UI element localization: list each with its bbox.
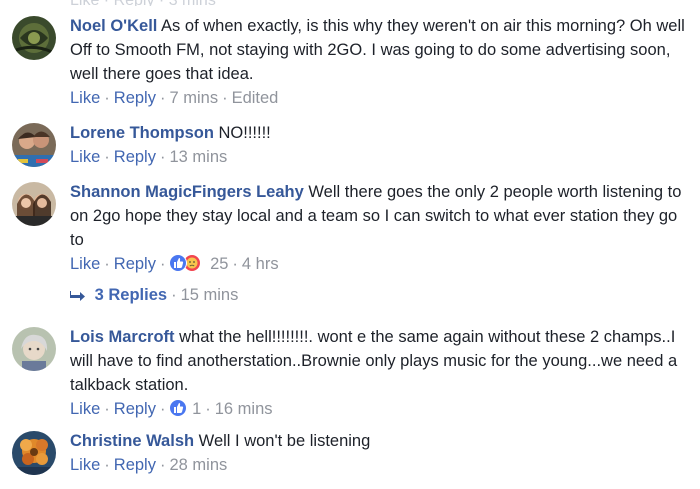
reaction-count[interactable]: 25 bbox=[210, 255, 228, 273]
women-photo-avatar-icon[interactable] bbox=[12, 182, 56, 226]
comment-message: NO!!!!!! bbox=[218, 124, 271, 142]
commenter-name[interactable]: Christine Walsh bbox=[70, 432, 194, 450]
reply-arrow-icon bbox=[70, 286, 90, 305]
like-link[interactable]: Like bbox=[70, 89, 100, 107]
reactions-badge[interactable] bbox=[169, 398, 188, 418]
comment-actions: Like · Reply · 25 · 4 hrs bbox=[70, 253, 279, 273]
commenter-name[interactable]: Lois Marcroft bbox=[70, 328, 175, 346]
reply-link[interactable]: Reply bbox=[114, 89, 156, 107]
commenter-name[interactable]: Lorene Thompson bbox=[70, 124, 214, 142]
like-link[interactable]: Like bbox=[70, 255, 100, 273]
comment-actions: Like · Reply · 28 mins bbox=[70, 456, 228, 474]
like-reaction-icon bbox=[169, 399, 188, 417]
previous-comment-cutoff: Like · Reply · 3 mins bbox=[70, 0, 216, 6]
comment-actions: Like · Reply · 1 · 16 mins bbox=[70, 398, 273, 418]
grey-hair-avatar-icon[interactable] bbox=[12, 327, 56, 371]
view-replies[interactable]: 3 Replies · 15 mins bbox=[70, 286, 238, 305]
comment-text: Christine Walsh Well I won't be listenin… bbox=[70, 429, 686, 453]
comment-actions: Like · Reply · 13 mins bbox=[70, 148, 228, 166]
timestamp[interactable]: 4 hrs bbox=[242, 255, 279, 273]
timestamp[interactable]: 7 mins bbox=[169, 89, 218, 107]
dark-swirl-avatar-icon[interactable] bbox=[12, 16, 56, 60]
comment-actions: Like · Reply · 7 mins · Edited bbox=[70, 89, 279, 107]
reactions-badge[interactable] bbox=[169, 253, 205, 273]
like-link[interactable]: Like bbox=[70, 148, 100, 166]
timestamp[interactable]: 16 mins bbox=[215, 400, 273, 418]
like-link[interactable]: Like bbox=[70, 400, 100, 418]
reply-link[interactable]: Reply bbox=[114, 255, 156, 273]
timestamp[interactable]: 28 mins bbox=[169, 456, 227, 474]
edited-label[interactable]: Edited bbox=[232, 89, 279, 107]
comment-message: Well I won't be listening bbox=[198, 432, 371, 450]
comment-text: Lorene Thompson NO!!!!!! bbox=[70, 121, 686, 145]
flower-photo-avatar-icon[interactable] bbox=[12, 431, 56, 475]
replies-count-link[interactable]: 3 Replies bbox=[95, 286, 167, 304]
comment-text: Shannon MagicFingers Leahy Well there go… bbox=[70, 180, 686, 252]
like-link[interactable]: Like bbox=[70, 456, 100, 474]
commenter-name[interactable]: Shannon MagicFingers Leahy bbox=[70, 183, 304, 201]
comment-message: As of when exactly, is this why they wer… bbox=[70, 17, 685, 83]
commenter-name[interactable]: Noel O'Kell bbox=[70, 17, 157, 35]
reply-link[interactable]: Reply bbox=[114, 456, 156, 474]
comment-text: Lois Marcroft what the hell!!!!!!!!. won… bbox=[70, 325, 686, 397]
reply-link[interactable]: Reply bbox=[114, 148, 156, 166]
comment-text: Noel O'Kell As of when exactly, is this … bbox=[70, 14, 686, 86]
couple-photo-avatar-icon[interactable] bbox=[12, 123, 56, 167]
reply-link[interactable]: Reply bbox=[114, 400, 156, 418]
reaction-count[interactable]: 1 bbox=[192, 400, 201, 418]
replies-time[interactable]: 15 mins bbox=[181, 286, 239, 304]
timestamp[interactable]: 13 mins bbox=[169, 148, 227, 166]
